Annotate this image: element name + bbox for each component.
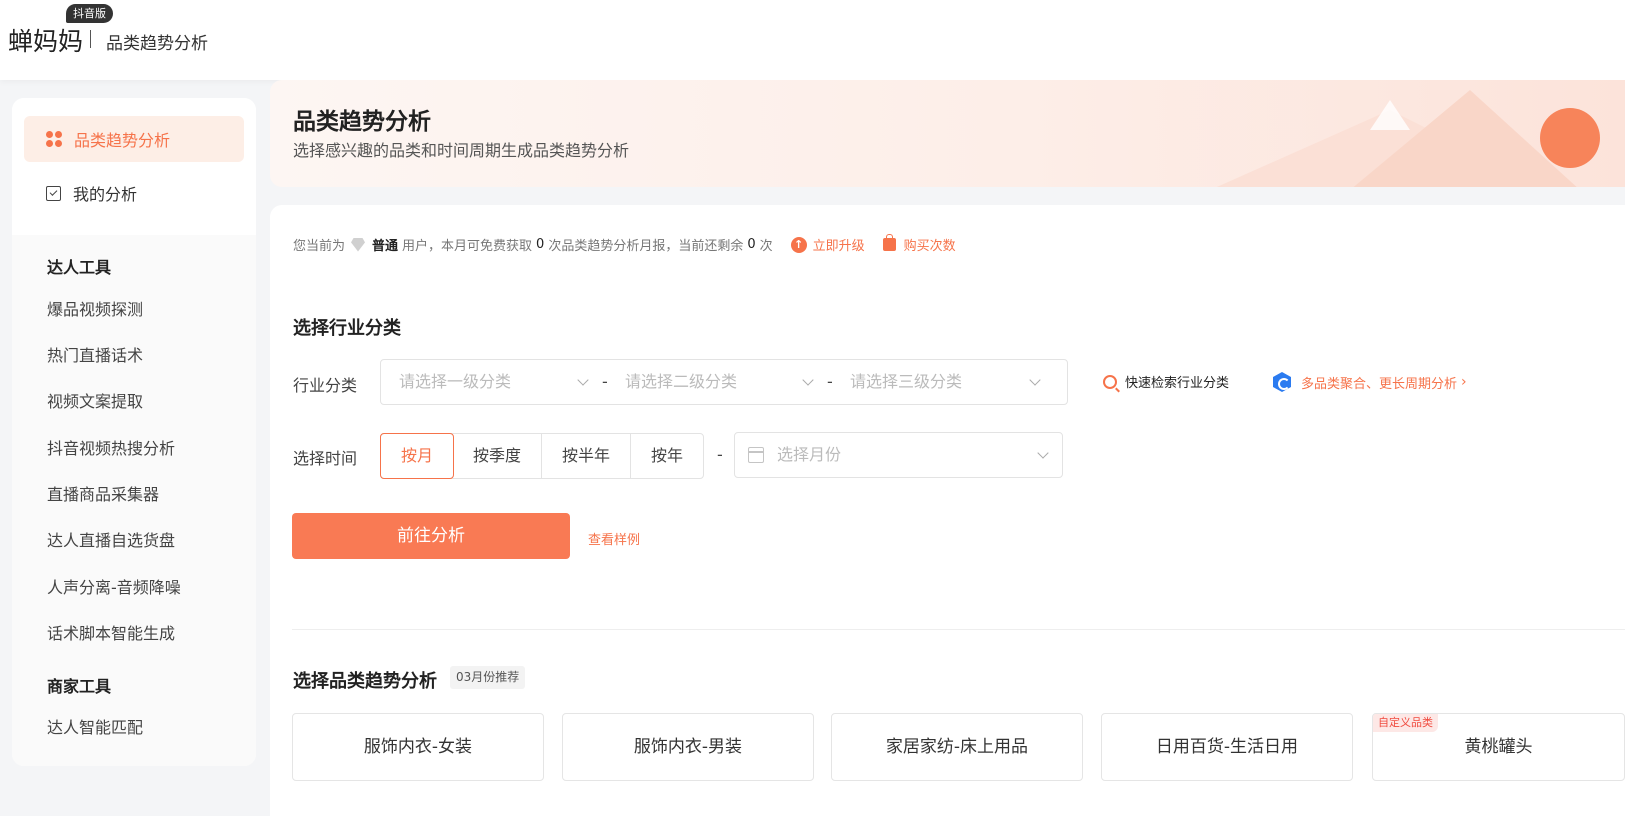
sidebar-item-category-trend[interactable]: 品类趋势分析 [24,116,244,162]
sidebar-item-self-select[interactable]: 达人直播自选货盘 [47,527,175,551]
sidebar-group-title: 商家工具 [47,677,112,696]
recommend-badge: 03月份推荐 [450,666,526,689]
sidebar-item-my-analysis[interactable]: 我的分析 [24,170,244,216]
multi-category-link[interactable]: 多品类聚合、更长周期分析 › [1273,372,1467,392]
tab-quarter[interactable]: 按季度 [453,434,542,478]
logo[interactable]: 蝉妈妈 [8,22,83,58]
grid-dots-icon [46,131,62,147]
quick-search-label: 快速检索行业分类 [1125,376,1230,391]
category-card[interactable]: 服饰内衣-女装 [292,713,544,781]
notice-text: 您当前为 [293,239,346,254]
notice-text: 用户，本月可免费获取 [402,239,533,254]
sidebar-item-video-text[interactable]: 视频文案提取 [47,388,143,412]
buy-label: 购买次数 [903,239,956,254]
sidebar-item-influencer-match[interactable]: 达人智能匹配 [47,714,143,738]
sidebar-item-label: 我的分析 [73,185,138,204]
category-level2-select[interactable]: 请选择二级分类 [625,360,737,404]
notice-text: 次 [759,239,773,254]
tab-month[interactable]: 按月 [380,433,454,479]
field-label: 行业分类 [293,376,358,395]
bag-icon [882,234,896,251]
quota-notice: 您当前为 普通 用户，本月可免费获取 0 次品类趋势分析月报，当前还剩余 0 次… [293,234,956,254]
sidebar-item-live-script[interactable]: 热门直播话术 [47,342,143,366]
category-level1-select[interactable]: 请选择一级分类 [399,360,511,404]
separator: - [602,372,608,391]
calendar-icon [748,447,764,463]
chevron-right-icon: › [1461,374,1467,390]
search-icon [1103,374,1117,389]
diamond-icon [351,237,366,252]
category-select-group: 请选择一级分类 - 请选择二级分类 - 请选择三级分类 [380,359,1068,405]
buy-link[interactable]: 购买次数 [882,234,956,254]
header-divider [90,30,91,48]
category-card[interactable]: 自定义品类 黄桃罐头 [1372,713,1625,781]
sidebar-item-label: 品类趋势分析 [74,131,171,150]
platform-badge: 抖音版 [66,4,113,23]
banner-decoration [1370,100,1410,130]
sidebar-group-title: 达人工具 [47,258,112,277]
time-granularity-tabs: 按月 按季度 按半年 按年 [380,433,704,479]
custom-category-badge: 自定义品类 [1373,714,1438,732]
category-card[interactable]: 服饰内衣-男装 [562,713,814,781]
top-bar: 蝉妈妈 抖音版 品类趋势分析 [0,0,1625,80]
page-description: 选择感兴趣的品类和时间周期生成品类趋势分析 [293,141,630,160]
banner-decoration [1540,108,1600,168]
upgrade-link[interactable]: ↑ 立即升级 [790,235,865,254]
sidebar-item-script-gen[interactable]: 话术脚本智能生成 [47,620,175,644]
remaining-count: 0 [747,237,756,252]
arrow-up-icon: ↑ [790,236,807,253]
chevron-down-icon [802,374,814,386]
sidebar-item-hot-video[interactable]: 爆品视频探测 [47,296,143,320]
separator: - [717,445,723,464]
section-title: 选择品类趋势分析 [293,671,437,692]
chevron-down-icon [577,374,589,386]
tab-year[interactable]: 按年 [631,434,703,478]
chevron-down-icon [1037,447,1049,459]
sidebar: 品类趋势分析 我的分析 达人工具 爆品视频探测 热门直播话术 视频文案提取 抖音… [12,98,256,766]
month-placeholder: 选择月份 [777,445,842,464]
divider [292,629,1625,630]
sidebar-main-section: 品类趋势分析 我的分析 [12,98,256,235]
category-card[interactable]: 日用百货-生活日用 [1101,713,1353,781]
sidebar-item-audio-denoise[interactable]: 人声分离-音频降噪 [47,574,181,598]
separator: - [827,372,833,391]
sidebar-tools-section: 达人工具 爆品视频探测 热门直播话术 视频文案提取 抖音视频热搜分析 直播商品采… [12,235,256,766]
field-label: 选择时间 [293,449,358,468]
month-picker[interactable]: 选择月份 [734,432,1063,478]
page-banner: 品类趋势分析 选择感兴趣的品类和时间周期生成品类趋势分析 [270,80,1625,187]
sidebar-item-hot-search[interactable]: 抖音视频热搜分析 [47,435,175,459]
chevron-down-icon [1029,374,1041,386]
upgrade-label: 立即升级 [812,239,865,254]
view-sample-link[interactable]: 查看样例 [588,529,640,548]
notice-text: 次品类趋势分析月报，当前还剩余 [548,239,744,254]
sidebar-item-product-collector[interactable]: 直播商品采集器 [47,481,159,505]
checkbox-icon [46,185,61,201]
category-card[interactable]: 家居家纺-床上用品 [831,713,1083,781]
go-analysis-button[interactable]: 前往分析 [292,513,570,559]
category-level3-select[interactable]: 请选择三级分类 [850,360,962,404]
tab-half-year[interactable]: 按半年 [542,434,631,478]
category-card-label: 黄桃罐头 [1464,737,1533,757]
section-title: 选择行业分类 [293,318,401,339]
page-title: 品类趋势分析 [293,109,431,135]
multi-category-label: 多品类聚合、更长周期分析 [1301,376,1458,392]
free-count: 0 [536,237,545,252]
user-level: 普通 [372,239,399,254]
main-card: 您当前为 普通 用户，本月可免费获取 0 次品类趋势分析月报，当前还剩余 0 次… [270,205,1625,816]
page-subtitle: 品类趋势分析 [106,34,208,54]
hexagon-logo-icon [1273,372,1291,392]
quick-search-link[interactable]: 快速检索行业分类 [1103,372,1229,391]
